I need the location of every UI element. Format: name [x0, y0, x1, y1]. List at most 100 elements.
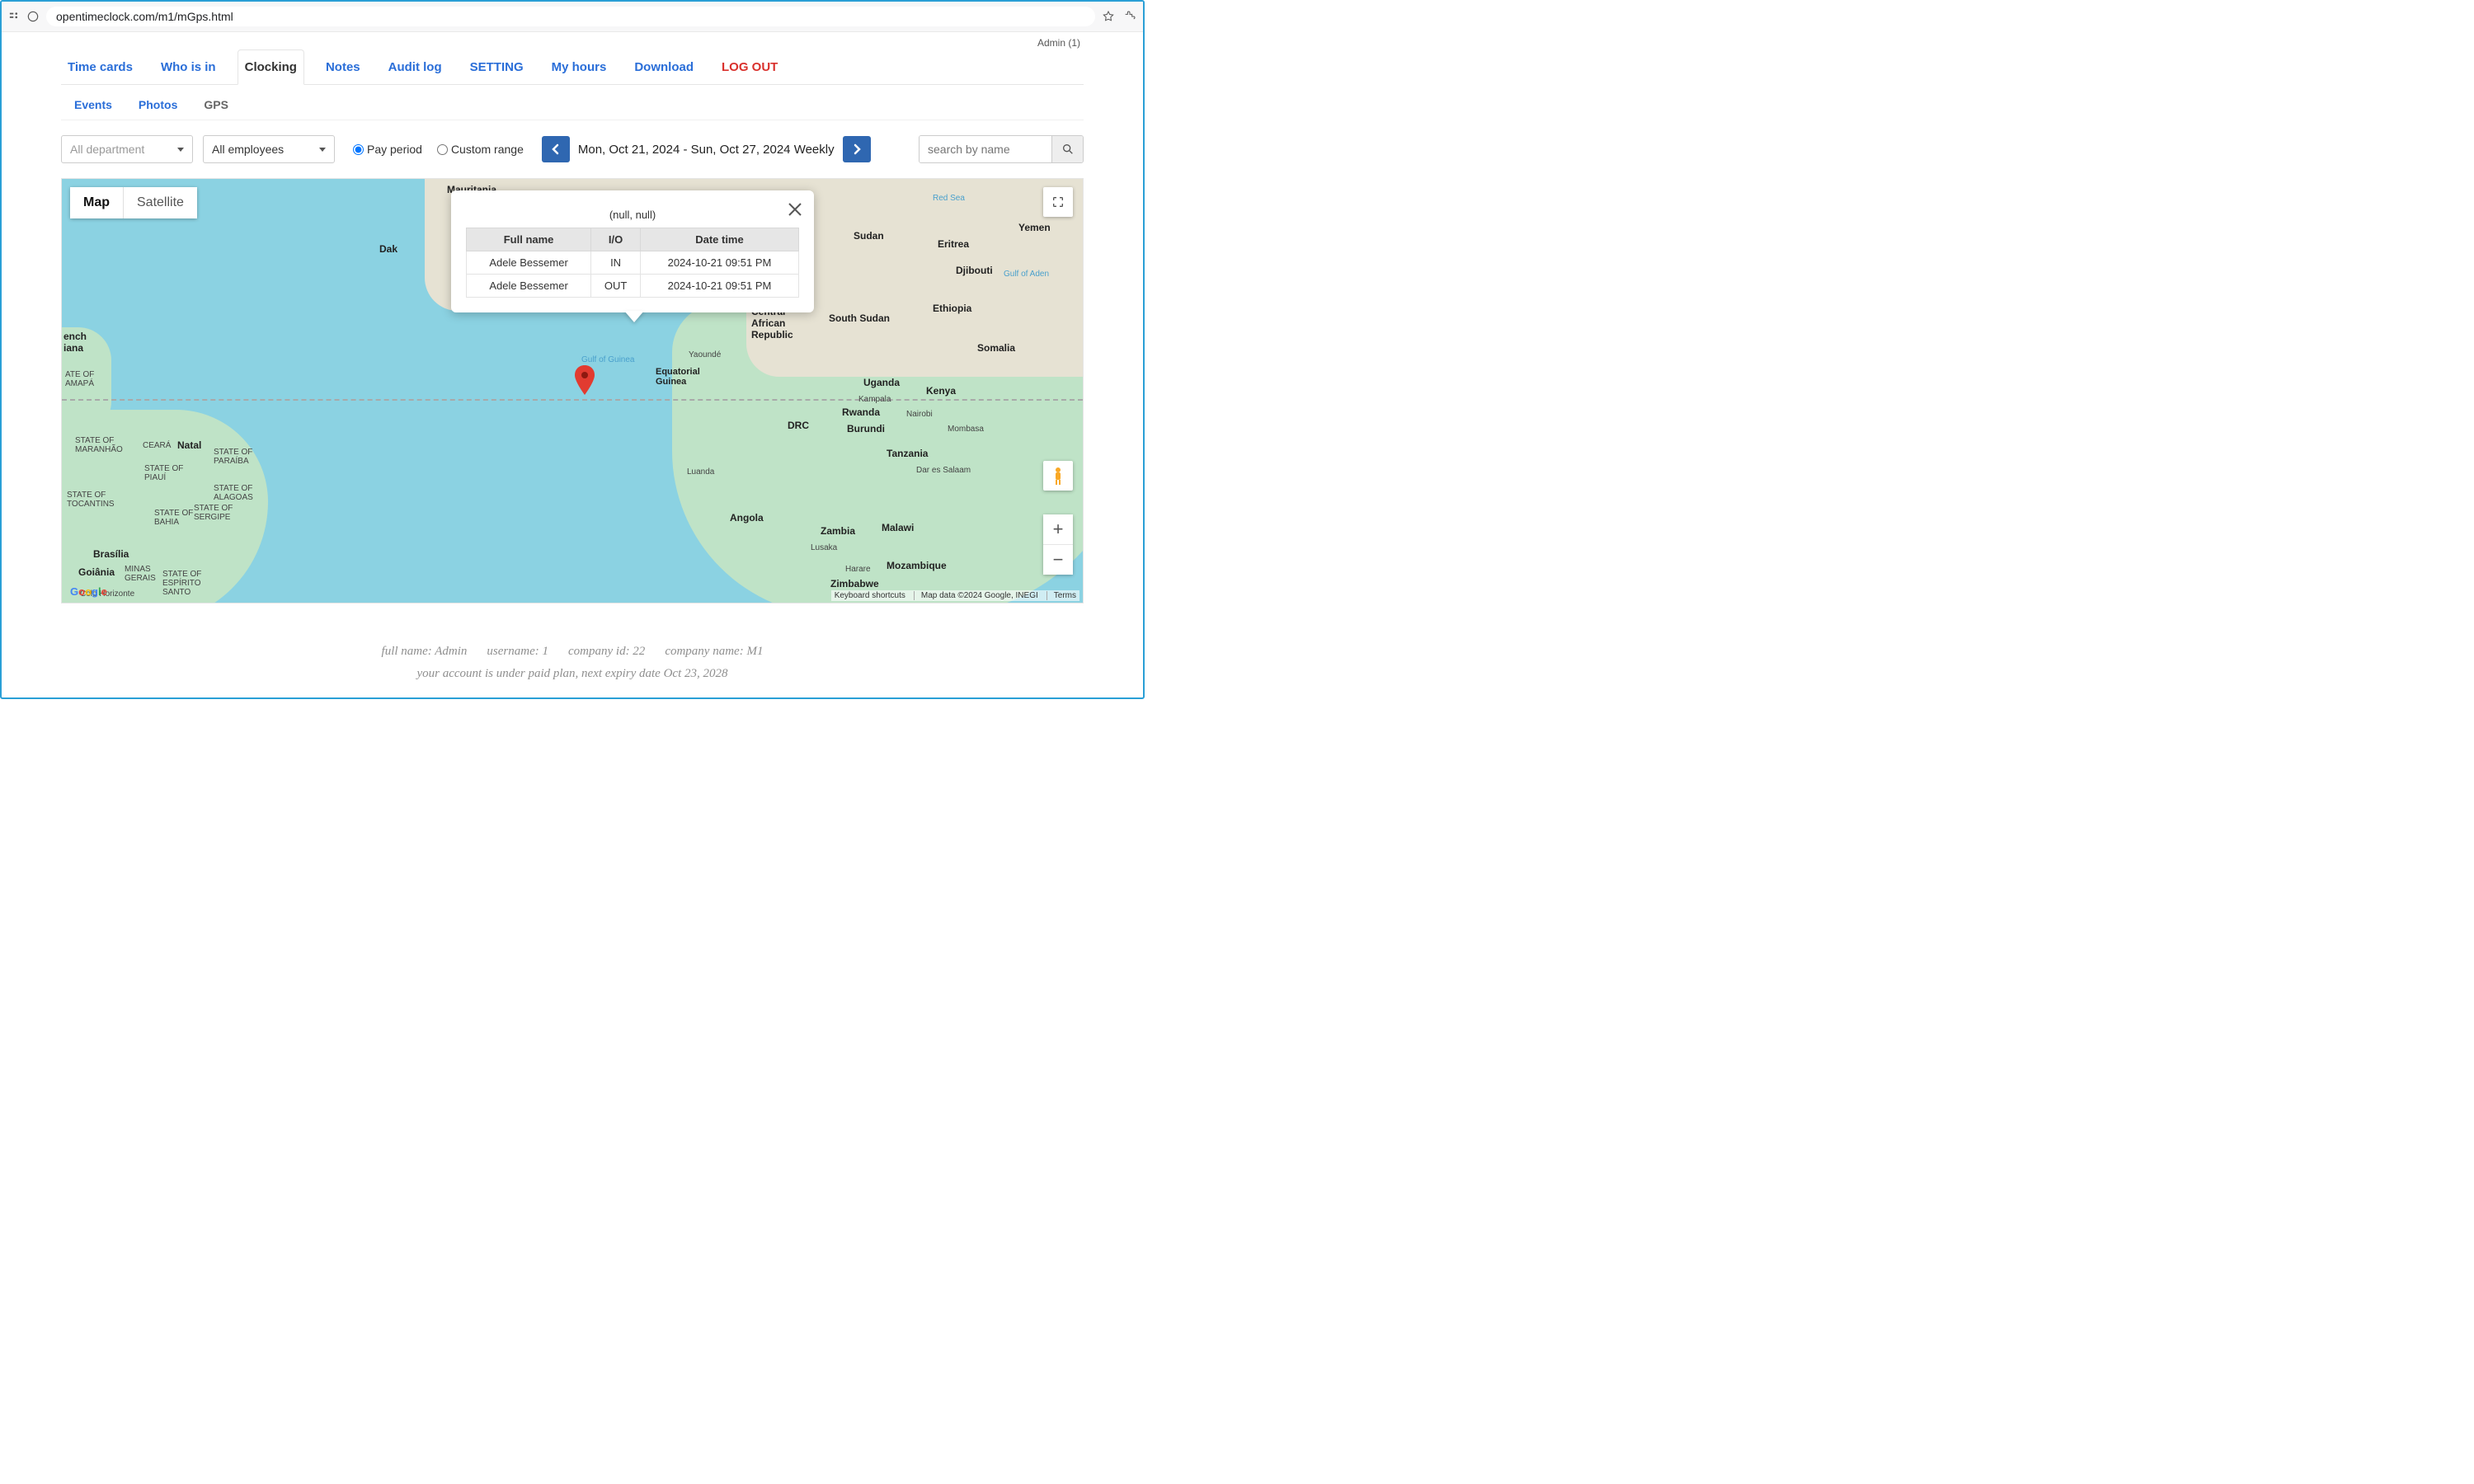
map-label: Mozambique — [887, 560, 947, 571]
radio-pay-period-input[interactable] — [353, 144, 364, 155]
search-button[interactable] — [1051, 136, 1083, 162]
close-icon — [786, 200, 804, 218]
extension-icon[interactable] — [1123, 10, 1136, 23]
range-radio-group: Pay period Custom range — [353, 143, 524, 156]
map-label: STATE OF PARAÍBA — [214, 448, 252, 466]
map-type-map[interactable]: Map — [70, 187, 123, 218]
site-controls-icon[interactable] — [8, 10, 21, 23]
sub-nav: Events Photos GPS — [61, 85, 1084, 120]
chevron-down-icon — [319, 148, 326, 152]
map-label: Kampala — [858, 395, 891, 404]
map-label: Burundi — [847, 423, 885, 434]
next-period-button[interactable] — [843, 136, 871, 162]
map-container[interactable]: Mauritania Dak Sudan Eritrea Yemen Red S… — [61, 178, 1084, 603]
map-label: Gulf of Guinea — [581, 355, 634, 364]
bookmark-star-icon[interactable] — [1102, 10, 1115, 23]
nav-setting[interactable]: SETTING — [463, 50, 530, 84]
map-label: STATE OF SERGIPE — [194, 504, 233, 522]
footer-company-id: company id: 22 — [568, 645, 645, 659]
terms-link[interactable]: Terms — [1047, 591, 1076, 600]
equator-line — [62, 399, 1083, 401]
map-label: Yaoundé — [689, 350, 721, 359]
zoom-in-button[interactable]: + — [1043, 514, 1073, 544]
info-coordinates: (null, null) — [466, 209, 799, 221]
employees-dropdown[interactable]: All employees — [203, 135, 335, 163]
map-label: Tanzania — [887, 448, 928, 459]
map-footer: Keyboard shortcuts Map data ©2024 Google… — [831, 590, 1079, 601]
map-label: Sudan — [854, 230, 884, 242]
nav-audit-log[interactable]: Audit log — [382, 50, 449, 84]
map-label: Red Sea — [933, 194, 965, 203]
fullscreen-button[interactable] — [1043, 187, 1073, 217]
map-label: Somalia — [977, 342, 1015, 354]
plus-icon: + — [1053, 519, 1064, 539]
chevron-down-icon — [177, 148, 184, 152]
site-info-icon[interactable] — [26, 10, 40, 23]
url-text: opentimeclock.com/m1/mGps.html — [56, 10, 233, 23]
chevron-right-icon — [853, 143, 861, 155]
radio-pay-period[interactable]: Pay period — [353, 143, 422, 156]
nav-clocking[interactable]: Clocking — [238, 49, 304, 85]
pegman-icon — [1050, 466, 1066, 486]
pegman-button[interactable] — [1043, 461, 1073, 491]
map-label: Kenya — [926, 385, 956, 397]
map-type-switch: Map Satellite — [70, 187, 197, 218]
radio-custom-range-input[interactable] — [437, 144, 448, 155]
map-type-satellite[interactable]: Satellite — [124, 187, 197, 218]
map-label: DRC — [788, 420, 809, 431]
subnav-events[interactable]: Events — [71, 93, 115, 120]
subnav-gps[interactable]: GPS — [200, 93, 232, 120]
map-label: Dar es Salaam — [916, 466, 971, 475]
search-input[interactable] — [920, 136, 1051, 162]
map-label: Natal — [177, 439, 201, 451]
map-label: Equatorial Guinea — [656, 367, 700, 387]
map-label: STATE OF BAHIA — [154, 509, 193, 527]
search-group — [919, 135, 1084, 163]
map-label: STATE OF MARANHÃO — [75, 436, 123, 454]
main-nav: Time cards Who is in Clocking Notes Audi… — [61, 49, 1084, 85]
map-label: ench iana — [63, 331, 87, 354]
map-label: Lusaka — [811, 543, 837, 552]
map-label: Angola — [730, 512, 764, 524]
map-label: Dak — [379, 243, 397, 255]
info-table: Full name I/O Date time Adele Bessemer I… — [466, 228, 799, 298]
nav-log-out[interactable]: LOG OUT — [715, 50, 784, 84]
prev-period-button[interactable] — [542, 136, 570, 162]
zoom-control: + − — [1043, 514, 1073, 575]
subnav-photos[interactable]: Photos — [135, 93, 181, 120]
radio-custom-range[interactable]: Custom range — [437, 143, 524, 156]
zoom-out-button[interactable]: − — [1043, 545, 1073, 575]
map-label: Nairobi — [906, 410, 933, 419]
department-dropdown[interactable]: All department — [61, 135, 193, 163]
keyboard-shortcuts-link[interactable]: Keyboard shortcuts — [835, 591, 905, 600]
map-label: Uganda — [863, 377, 900, 388]
browser-frame: opentimeclock.com/m1/mGps.html Admin (1)… — [0, 0, 1145, 699]
map-label: Ethiopia — [933, 303, 971, 314]
map-label: STATE OF PIAUÍ — [144, 464, 183, 482]
map-marker[interactable] — [574, 365, 595, 395]
search-icon — [1061, 143, 1075, 156]
nav-who-is-in[interactable]: Who is in — [154, 50, 223, 84]
map-label: Zimbabwe — [830, 578, 879, 589]
nav-download[interactable]: Download — [628, 50, 700, 84]
map-label: Brasília — [93, 548, 129, 560]
info-close-button[interactable] — [786, 200, 804, 218]
table-row: Adele Bessemer IN 2024-10-21 09:51 PM — [467, 251, 799, 275]
map-label: STATE OF ALAGOAS — [214, 484, 253, 502]
map-label: CEARÁ — [143, 441, 171, 450]
addr-controls — [8, 10, 40, 23]
nav-time-cards[interactable]: Time cards — [61, 50, 139, 84]
col-io: I/O — [591, 228, 641, 251]
admin-label[interactable]: Admin (1) — [61, 32, 1084, 49]
nav-notes[interactable]: Notes — [319, 50, 367, 84]
employees-dropdown-label: All employees — [212, 143, 284, 156]
minus-icon: − — [1053, 549, 1064, 570]
col-full-name: Full name — [467, 228, 591, 251]
col-date-time: Date time — [640, 228, 798, 251]
filter-toolbar: All department All employees Pay period … — [61, 120, 1084, 178]
url-field[interactable]: opentimeclock.com/m1/mGps.html — [46, 7, 1095, 26]
table-row: Adele Bessemer OUT 2024-10-21 09:51 PM — [467, 275, 799, 298]
map-label: Eritrea — [938, 238, 969, 250]
account-footer: full name: Admin username: 1 company id:… — [61, 603, 1084, 681]
nav-my-hours[interactable]: My hours — [545, 50, 614, 84]
